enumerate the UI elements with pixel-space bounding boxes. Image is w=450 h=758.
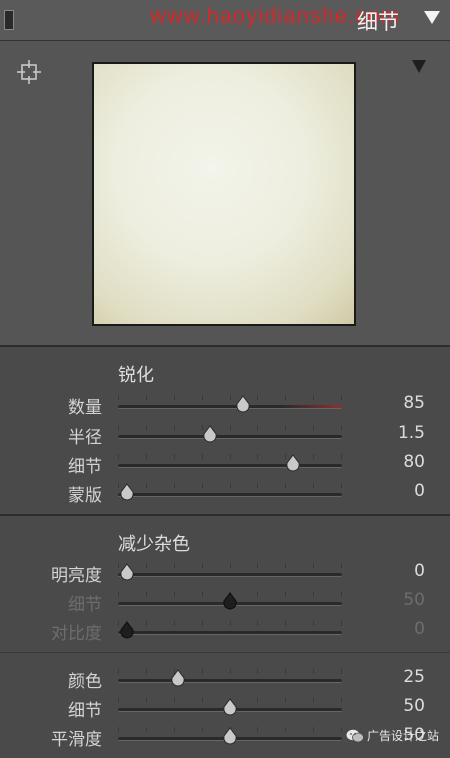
divider — [0, 345, 450, 347]
slider-thumb[interactable] — [119, 621, 135, 639]
crosshair-target-icon[interactable] — [16, 59, 42, 85]
slider-label: 明亮度 — [51, 566, 102, 586]
preview-menu-triangle-icon[interactable] — [412, 60, 426, 73]
slider-row: 对比度 0 — [0, 617, 450, 645]
detail-preview-image[interactable] — [92, 62, 356, 326]
slider-label: 半径 — [68, 428, 102, 448]
slider-row: 半径 1.5 — [0, 421, 450, 449]
slider-row: 细节 50 — [0, 588, 450, 616]
slider[interactable] — [118, 617, 342, 645]
slider[interactable] — [118, 588, 342, 616]
slider-thumb[interactable] — [222, 727, 238, 745]
slider-thumb[interactable] — [285, 454, 301, 472]
slider[interactable] — [118, 479, 342, 507]
slider[interactable] — [118, 665, 342, 693]
slider-label: 颜色 — [68, 672, 102, 692]
badge-text: 广告设计之站 — [367, 729, 440, 743]
wechat-badge: 广告设计之站 — [346, 727, 446, 749]
slider-highlight — [282, 405, 342, 408]
slider-label: 数量 — [68, 398, 102, 418]
panel-header: www.haoyidianshe.com 细节 — [0, 0, 450, 41]
divider — [0, 652, 450, 653]
slider-ticks — [118, 621, 342, 626]
panel-collapse-square[interactable] — [4, 10, 14, 30]
slider-track[interactable] — [118, 573, 342, 577]
slider-track[interactable] — [118, 464, 342, 468]
slider-label: 蒙版 — [68, 486, 102, 506]
slider[interactable] — [118, 391, 342, 419]
slider-row: 颜色 25 — [0, 665, 450, 693]
slider-track[interactable] — [118, 435, 342, 439]
slider-ticks — [118, 669, 342, 674]
slider-thumb[interactable] — [235, 395, 251, 413]
slider-label: 细节 — [68, 457, 102, 477]
slider-thumb[interactable] — [119, 563, 135, 581]
slider-row: 明亮度 0 — [0, 559, 450, 587]
slider-value[interactable]: 85 — [403, 393, 425, 413]
slider-value[interactable]: 25 — [403, 667, 425, 687]
slider-thumb[interactable] — [119, 483, 135, 501]
slider-track[interactable] — [118, 631, 342, 635]
slider[interactable] — [118, 694, 342, 722]
slider[interactable] — [118, 421, 342, 449]
slider-value[interactable]: 50 — [403, 590, 425, 610]
panel-title[interactable]: 细节 — [357, 6, 399, 36]
divider — [0, 514, 450, 516]
slider-thumb[interactable] — [222, 698, 238, 716]
wechat-icon — [346, 729, 364, 742]
slider-ticks — [118, 454, 342, 459]
slider-value[interactable]: 0 — [414, 619, 425, 639]
sharpening-title: 锐化 — [118, 365, 154, 386]
slider-value[interactable]: 50 — [403, 696, 425, 716]
slider-ticks — [118, 425, 342, 430]
slider-thumb[interactable] — [222, 592, 238, 610]
slider-row: 蒙版 0 — [0, 479, 450, 507]
slider-label: 细节 — [68, 701, 102, 721]
slider-row: 数量 85 — [0, 391, 450, 419]
slider-label: 细节 — [68, 595, 102, 615]
slider-thumb[interactable] — [170, 669, 186, 687]
slider-track[interactable] — [118, 493, 342, 497]
slider-value[interactable]: 80 — [403, 452, 425, 472]
slider-ticks — [118, 563, 342, 568]
slider[interactable] — [118, 450, 342, 478]
slider[interactable] — [118, 723, 342, 751]
slider-ticks — [118, 483, 342, 488]
slider-value[interactable]: 0 — [414, 561, 425, 581]
slider-value[interactable]: 0 — [414, 481, 425, 501]
slider-track[interactable] — [118, 679, 342, 683]
panel-collapse-triangle-icon[interactable] — [424, 11, 440, 24]
noise-reduction-title: 减少杂色 — [118, 534, 190, 555]
slider-label: 平滑度 — [51, 730, 102, 750]
slider-thumb[interactable] — [202, 425, 218, 443]
slider-row: 细节 50 — [0, 694, 450, 722]
slider[interactable] — [118, 559, 342, 587]
slider-track[interactable] — [118, 405, 342, 409]
slider-row: 细节 80 — [0, 450, 450, 478]
slider-ticks — [118, 395, 342, 400]
slider-value[interactable]: 1.5 — [398, 423, 425, 443]
slider-label: 对比度 — [51, 624, 102, 644]
